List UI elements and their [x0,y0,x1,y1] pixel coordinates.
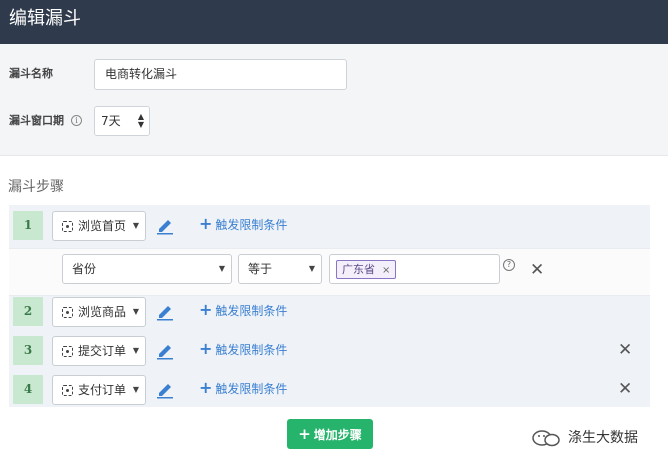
stepper-arrows-icon: ▲ ▼ [137,112,144,129]
step-event-select[interactable]: 浏览商品 ▼ [52,297,146,327]
plus-icon: + [199,339,213,358]
caret-down-icon: ▼ [132,346,139,355]
add-condition-link[interactable]: + 触发限制条件 [199,216,287,233]
plus-icon: + [199,214,213,233]
watermark-text: 涤生大数据 [568,430,638,446]
condition-property-label: 省份 [72,262,97,276]
event-icon [62,307,73,318]
caret-down-icon: ▼ [132,221,139,230]
edit-pencil-icon[interactable] [156,340,174,360]
step-event-label: 浏览首页 [78,219,127,233]
funnel-step-2: 2 浏览商品 ▼ + 触发限制条件 [9,294,650,329]
plus-icon: + [199,300,213,319]
wechat-logo-icon [532,430,560,447]
add-step-button[interactable]: + 增加步骤 [287,419,373,449]
funnel-step-3: 3 提交订单 ▼ + 触发限制条件 ✕ [9,333,650,368]
funnel-period-select[interactable]: 7天 ▲ ▼ [94,106,150,136]
add-condition-label: 触发限制条件 [215,304,288,318]
condition-operator-label: 等于 [248,262,273,276]
funnel-period-label: 漏斗窗口期 [9,114,64,127]
plus-icon: + [298,425,311,443]
page-header: 编辑漏斗 [0,0,668,44]
caret-down-icon: ▼ [132,307,139,316]
caret-down-icon: ▼ [218,264,225,273]
add-condition-link[interactable]: + 触发限制条件 [199,341,287,358]
funnel-steps-list: 1 浏览首页 ▼ +触发限制条件 省份 ▼ 等于 ▼ 广东省× ? ✕ 2 [9,205,650,407]
edit-pencil-icon[interactable] [156,379,174,399]
add-step-label: 增加步骤 [313,428,362,442]
edit-pencil-icon[interactable] [156,215,174,235]
tag-label: 广东省 [342,263,375,276]
condition-operator-select[interactable]: 等于 ▼ [238,254,322,284]
delete-step-icon[interactable]: ✕ [618,342,632,359]
caret-down-icon: ▼ [132,385,139,394]
condition-value-tag: 广东省 × [336,260,397,279]
funnel-step-1: 1 浏览首页 ▼ + 触发限制条件 [9,208,650,243]
help-icon[interactable]: ? [503,259,515,271]
add-condition-link[interactable]: + 触发限制条件 [199,302,287,319]
step-event-select[interactable]: 支付订单 ▼ [52,375,146,405]
caret-down-icon: ▼ [308,264,315,273]
step-event-label: 支付订单 [78,383,127,397]
event-icon [62,346,73,357]
step-1-condition-row: 省份 ▼ 等于 ▼ 广东省 × ? ✕ [9,248,650,296]
condition-value-input[interactable]: 广东省 × [329,254,500,284]
event-icon [62,385,73,396]
funnel-step-4: 4 支付订单 ▼ + 触发限制条件 ✕ [9,372,650,407]
step-number: 1 [13,211,43,240]
delete-step-icon[interactable]: ✕ [618,381,632,398]
tag-remove-icon[interactable]: × [382,265,390,276]
plus-icon: + [199,378,213,397]
funnel-period-value: 7天 [101,114,121,128]
funnel-name-label: 漏斗名称 [9,67,53,80]
funnel-steps-title: 漏斗步骤 [8,179,64,195]
funnel-settings-form: 漏斗名称 电商转化漏斗 漏斗窗口期 i 7天 ▲ ▼ [0,44,668,156]
add-condition-link[interactable]: + 触发限制条件 [199,380,287,397]
add-condition-label: 触发限制条件 [215,218,288,232]
event-icon [62,221,73,232]
add-condition-label: 触发限制条件 [215,343,288,357]
step-event-select[interactable]: 提交订单 ▼ [52,336,146,366]
delete-condition-icon[interactable]: ✕ [530,262,544,279]
info-icon[interactable]: i [71,115,82,126]
funnel-name-input[interactable]: 电商转化漏斗 [94,59,347,90]
step-event-label: 提交订单 [78,344,127,358]
step-number: 4 [13,375,43,404]
step-event-select[interactable]: 浏览首页 ▼ [52,211,146,241]
add-condition-label: 触发限制条件 [215,382,288,396]
page-title: 编辑漏斗 [9,8,81,29]
step-number: 2 [13,297,43,326]
edit-pencil-icon[interactable] [156,301,174,321]
condition-property-select[interactable]: 省份 ▼ [62,254,232,284]
step-event-label: 浏览商品 [78,305,127,319]
step-number: 3 [13,336,43,365]
